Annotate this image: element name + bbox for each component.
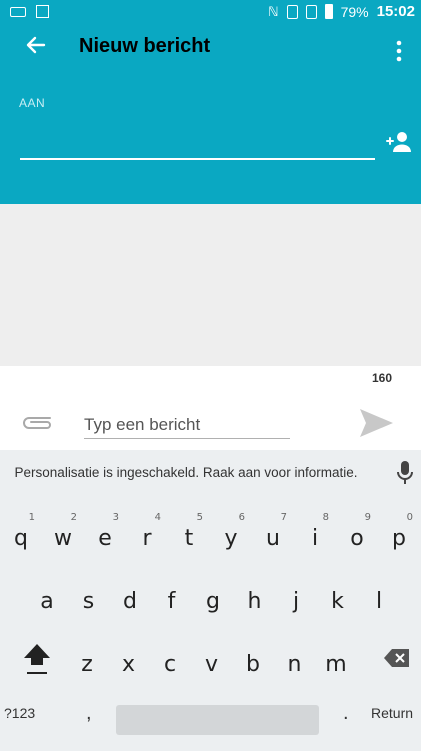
- key-letter: t: [184, 526, 194, 551]
- battery-percent: 79%: [340, 3, 369, 20]
- key-letter: m: [325, 652, 347, 677]
- send-icon[interactable]: [357, 404, 395, 442]
- backspace-icon[interactable]: [383, 648, 411, 668]
- back-arrow-icon[interactable]: [22, 31, 50, 59]
- sim-icon: [305, 4, 317, 19]
- suggestion-text[interactable]: Personalisatie is ingeschakeld. Raak aan…: [0, 465, 372, 480]
- key-number-hint: 9: [364, 512, 371, 523]
- key[interactable]: x: [109, 636, 149, 686]
- key-return[interactable]: Return: [371, 705, 413, 721]
- key[interactable]: p0: [379, 510, 419, 560]
- key[interactable]: t5: [169, 510, 209, 560]
- key-letter: c: [163, 652, 177, 677]
- key-letter: u: [266, 526, 280, 551]
- key[interactable]: l: [359, 573, 399, 623]
- key[interactable]: s: [69, 573, 109, 623]
- key-letter: s: [82, 589, 95, 614]
- key-number-hint: 1: [28, 512, 35, 523]
- message-input[interactable]: [84, 412, 290, 439]
- key-letter: z: [81, 652, 93, 677]
- key-space[interactable]: [116, 705, 319, 735]
- key-number-hint: 4: [154, 512, 161, 523]
- app-bar: [0, 24, 421, 204]
- key-letter: q: [14, 526, 28, 551]
- shift-icon[interactable]: [22, 642, 52, 676]
- key-letter: r: [142, 526, 152, 551]
- key-period[interactable]: .: [343, 702, 349, 725]
- key[interactable]: o9: [337, 510, 377, 560]
- key[interactable]: v: [192, 636, 232, 686]
- status-bar: ℕ 79% 15:02: [0, 0, 421, 24]
- key[interactable]: e3: [85, 510, 125, 560]
- paperclip-icon[interactable]: [20, 412, 54, 434]
- key-number-hint: 3: [112, 512, 119, 523]
- keyboard-icon: [10, 7, 26, 17]
- key[interactable]: b: [233, 636, 273, 686]
- key[interactable]: u7: [253, 510, 293, 560]
- key-letter: o: [350, 526, 364, 551]
- battery-icon: [324, 4, 333, 19]
- key-letter: g: [206, 589, 220, 614]
- recipient-label: AAN: [19, 96, 46, 110]
- key[interactable]: g: [193, 573, 233, 623]
- key-number-hint: 2: [70, 512, 77, 523]
- image-icon: [36, 5, 49, 18]
- key-letter: x: [121, 652, 136, 677]
- key-letter: p: [392, 526, 406, 551]
- key-letter: e: [98, 526, 112, 551]
- recipient-field[interactable]: [20, 128, 375, 160]
- key-number-hint: 5: [196, 512, 203, 523]
- key-numbers-symbols[interactable]: ?123: [4, 705, 35, 721]
- key-number-hint: 0: [406, 512, 413, 523]
- key-number-hint: 6: [238, 512, 245, 523]
- key[interactable]: n: [275, 636, 315, 686]
- key-letter: y: [224, 526, 238, 551]
- key[interactable]: q1: [1, 510, 41, 560]
- sim-icon: [286, 4, 298, 19]
- message-thread: [0, 204, 421, 366]
- key[interactable]: f: [152, 573, 192, 623]
- key[interactable]: h: [235, 573, 275, 623]
- key-letter: f: [167, 589, 176, 614]
- key[interactable]: z: [67, 636, 107, 686]
- key-letter: j: [292, 589, 300, 614]
- key-number-hint: 8: [322, 512, 329, 523]
- key[interactable]: y6: [211, 510, 251, 560]
- key-letter: a: [40, 589, 54, 614]
- nfc-icon: ℕ: [268, 3, 279, 19]
- key-comma[interactable]: ,: [86, 702, 92, 725]
- key[interactable]: c: [150, 636, 190, 686]
- key[interactable]: i8: [295, 510, 335, 560]
- key-letter: l: [375, 589, 383, 614]
- mic-icon[interactable]: [395, 460, 415, 486]
- character-counter: 160: [372, 371, 393, 385]
- key[interactable]: j: [276, 573, 316, 623]
- overflow-menu-icon[interactable]: [392, 38, 406, 64]
- key[interactable]: d: [110, 573, 150, 623]
- key-letter: w: [54, 526, 72, 551]
- key-letter: b: [246, 652, 260, 677]
- key-letter: d: [123, 589, 137, 614]
- key[interactable]: w2: [43, 510, 83, 560]
- key[interactable]: a: [27, 573, 67, 623]
- key-letter: h: [247, 589, 262, 614]
- key-letter: n: [287, 652, 302, 677]
- key-letter: k: [331, 589, 344, 614]
- key[interactable]: r4: [127, 510, 167, 560]
- key[interactable]: m: [316, 636, 356, 686]
- key-letter: v: [204, 652, 219, 677]
- add-contact-icon[interactable]: [385, 130, 413, 154]
- key-number-hint: 7: [280, 512, 287, 523]
- key[interactable]: k: [318, 573, 358, 623]
- clock: 15:02: [376, 3, 415, 20]
- key-letter: i: [311, 526, 319, 551]
- page-title: Nieuw bericht: [79, 35, 211, 57]
